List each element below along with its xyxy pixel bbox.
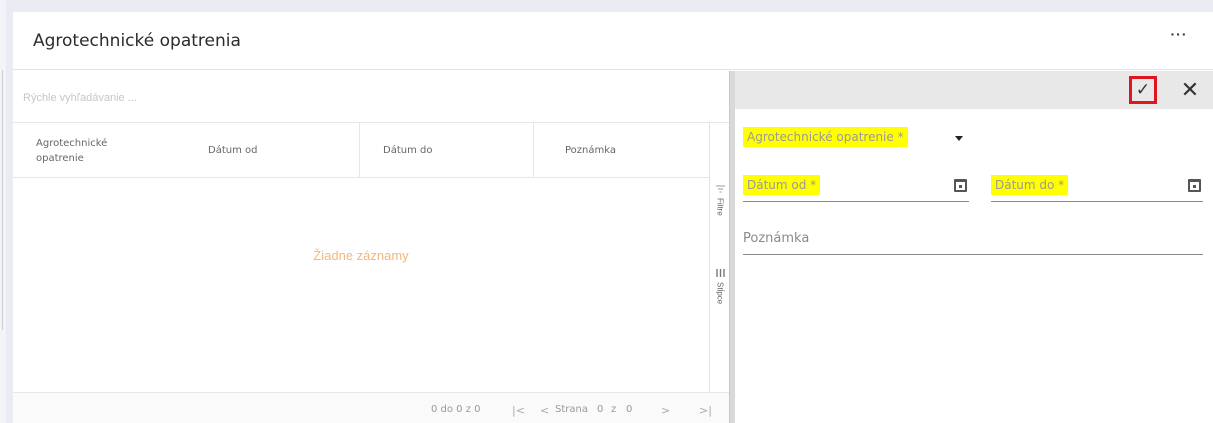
page-label: Strana [555, 404, 588, 415]
filters-tool-label: Filtre [715, 198, 725, 216]
column-header-label: Dátum do [383, 145, 433, 156]
left-edge-divider [2, 70, 3, 330]
column-header-label: Poznámka [565, 145, 616, 156]
date-to-field[interactable]: Dátum do * [991, 175, 1203, 202]
page-title: Agrotechnické opatrenia [33, 31, 241, 51]
left-edge-panel [0, 0, 6, 423]
measure-select-label: Agrotechnické opatrenie * [743, 127, 908, 147]
save-button[interactable]: ✓ [1129, 76, 1157, 104]
dropdown-caret-icon[interactable] [955, 136, 963, 141]
grid-body: Žiadne záznamy [13, 178, 709, 392]
column-header-measure[interactable]: Agrotechnické opatrenie [13, 123, 168, 178]
agro-measures-card: Agrotechnické opatrenia ··· Agrotechnick… [13, 12, 1213, 423]
filters-tool-button[interactable]: Filtre [710, 185, 730, 216]
first-page-icon[interactable]: |< [512, 404, 525, 417]
grid-side-bar: Filtre Stĺpce [709, 123, 729, 392]
column-header-label: Dátum od [208, 145, 258, 156]
current-page-number: 0 [597, 404, 604, 415]
quick-search-bar [13, 71, 729, 123]
measure-select[interactable]: Agrotechnické opatrenie * [743, 127, 973, 155]
calendar-icon[interactable] [1188, 179, 1201, 192]
note-field[interactable]: Poznámka [743, 229, 1203, 255]
calendar-icon[interactable] [954, 179, 967, 192]
quick-search-input[interactable] [23, 87, 623, 109]
note-label: Poznámka [743, 231, 810, 246]
total-pages-number: 0 [626, 404, 633, 415]
columns-tool-label: Stĺpce [715, 282, 725, 305]
column-header-date-from[interactable]: Dátum od [168, 123, 360, 178]
detail-toolbar: ✓ ✕ [735, 71, 1213, 109]
detail-form-panel: ✓ ✕ Agrotechnické opatrenie * Dátum od *… [735, 71, 1213, 423]
date-from-field[interactable]: Dátum od * [743, 175, 969, 202]
last-page-icon[interactable]: >| [699, 404, 712, 417]
column-header-note[interactable]: Poznámka [534, 123, 709, 178]
close-button[interactable]: ✕ [1176, 76, 1204, 104]
row-range-summary: 0 do 0 z 0 [431, 404, 481, 415]
next-page-icon[interactable]: > [661, 404, 670, 417]
columns-tool-button[interactable]: Stĺpce [710, 269, 730, 304]
card-header: Agrotechnické opatrenia ··· [13, 12, 1213, 70]
column-header-date-to[interactable]: Dátum do [360, 123, 534, 178]
no-records-message: Žiadne záznamy [313, 248, 409, 263]
column-header-label: Agrotechnické opatrenie [36, 137, 108, 164]
date-to-label: Dátum do * [991, 175, 1069, 195]
filter-icon [710, 185, 730, 196]
grid-header-row: Agrotechnické opatrenie Dátum od Dátum d… [13, 123, 709, 178]
columns-icon [710, 269, 730, 280]
date-from-label: Dátum od * [743, 175, 821, 195]
pagination-bar: 0 do 0 z 0 |< < Strana 0 z 0 > >| [13, 392, 729, 423]
previous-page-icon[interactable]: < [540, 404, 549, 417]
more-options-button[interactable]: ··· [1169, 26, 1189, 50]
of-label: z [611, 404, 617, 415]
records-grid: Agrotechnické opatrenie Dátum od Dátum d… [13, 71, 729, 423]
